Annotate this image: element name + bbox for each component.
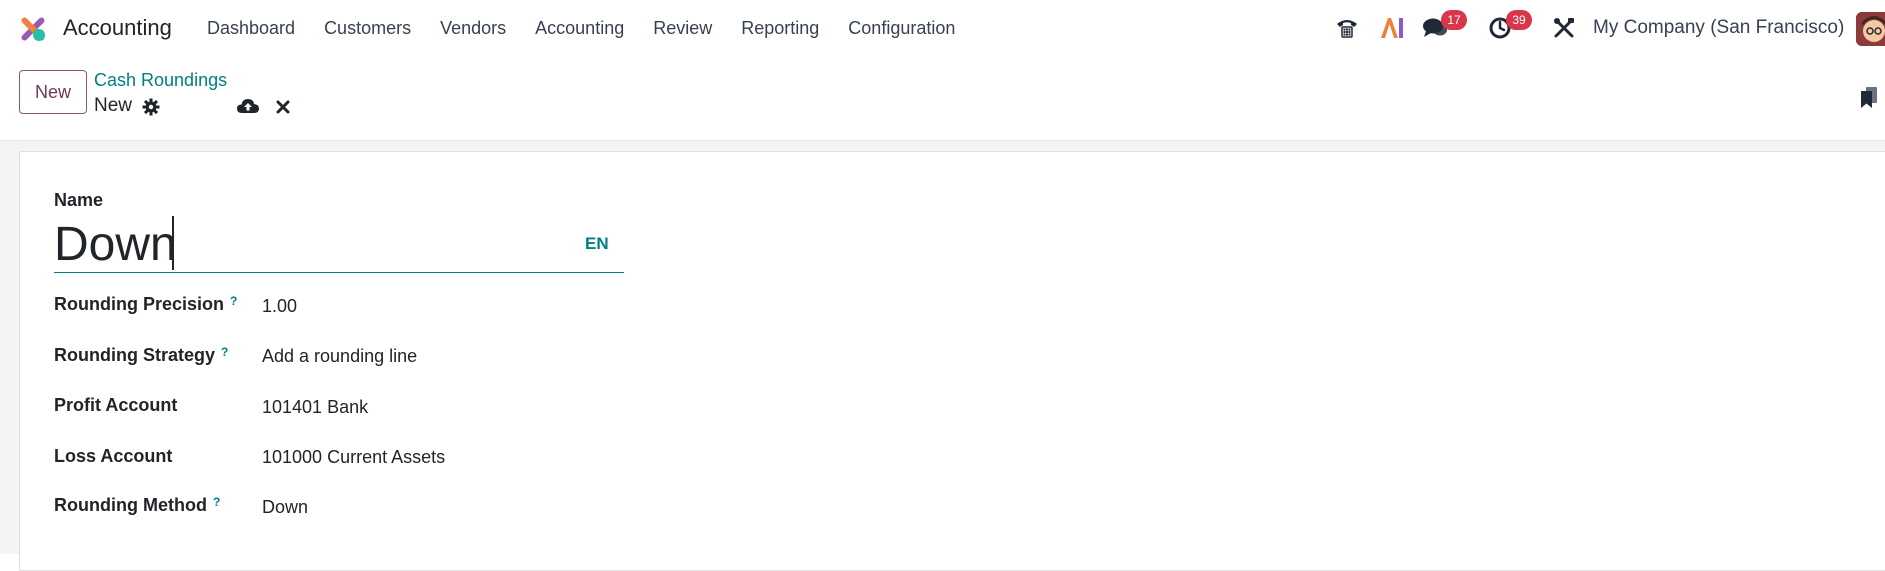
menu-reporting[interactable]: Reporting	[741, 18, 819, 39]
tools-icon[interactable]	[1550, 14, 1578, 42]
name-label: Name	[54, 190, 104, 210]
loss-account-field[interactable]: 101000 Current Assets	[262, 447, 445, 468]
menu-configuration[interactable]: Configuration	[848, 18, 955, 39]
phone-icon[interactable]	[1333, 14, 1361, 42]
language-button[interactable]: EN	[585, 234, 609, 254]
breadcrumb-cash-roundings[interactable]: Cash Roundings	[94, 70, 227, 91]
menu-vendors[interactable]: Vendors	[440, 18, 506, 39]
rounding-strategy-label: Rounding Strategy?	[54, 345, 229, 365]
activities-count-badge: 39	[1506, 10, 1532, 30]
rounding-precision-field[interactable]: 1.00	[262, 296, 297, 317]
name-input[interactable]	[54, 216, 624, 273]
help-tooltip-icon[interactable]: ?	[230, 294, 237, 308]
rounding-method-label: Rounding Method?	[54, 495, 221, 515]
rounding-method-field[interactable]: Down	[262, 497, 308, 518]
company-switcher[interactable]: My Company (San Francisco)	[1593, 17, 1844, 39]
new-record-button[interactable]: New	[19, 70, 87, 114]
record-title: New	[94, 95, 133, 116]
control-panel: New Cash Roundings New	[0, 56, 1885, 141]
menu-customers[interactable]: Customers	[324, 18, 411, 39]
profit-account-field[interactable]: 101401 Bank	[262, 397, 368, 418]
top-navbar: Accounting Dashboard Customers Vendors A…	[0, 0, 1885, 56]
save-cloud-icon[interactable]	[236, 96, 260, 116]
bookmark-icon[interactable]	[1858, 86, 1880, 110]
rounding-strategy-field[interactable]: Add a rounding line	[262, 346, 417, 367]
main-menu: Dashboard Customers Vendors Accounting R…	[207, 18, 984, 39]
accounting-app-icon[interactable]	[18, 14, 48, 44]
help-tooltip-icon[interactable]: ?	[221, 345, 228, 359]
messages-count-badge: 17	[1441, 10, 1467, 30]
loss-account-label: Loss Account	[54, 446, 173, 466]
help-tooltip-icon[interactable]: ?	[213, 495, 220, 509]
menu-accounting[interactable]: Accounting	[535, 18, 624, 39]
menu-dashboard[interactable]: Dashboard	[207, 18, 295, 39]
rounding-precision-label: Rounding Precision?	[54, 294, 238, 314]
menu-review[interactable]: Review	[653, 18, 712, 39]
discard-close-icon[interactable]	[274, 98, 292, 116]
app-name[interactable]: Accounting	[63, 15, 172, 41]
profit-account-label: Profit Account	[54, 395, 178, 415]
ai-icon[interactable]	[1378, 14, 1406, 42]
user-avatar[interactable]	[1856, 12, 1885, 46]
text-cursor	[172, 216, 174, 270]
gear-icon[interactable]	[141, 97, 161, 117]
